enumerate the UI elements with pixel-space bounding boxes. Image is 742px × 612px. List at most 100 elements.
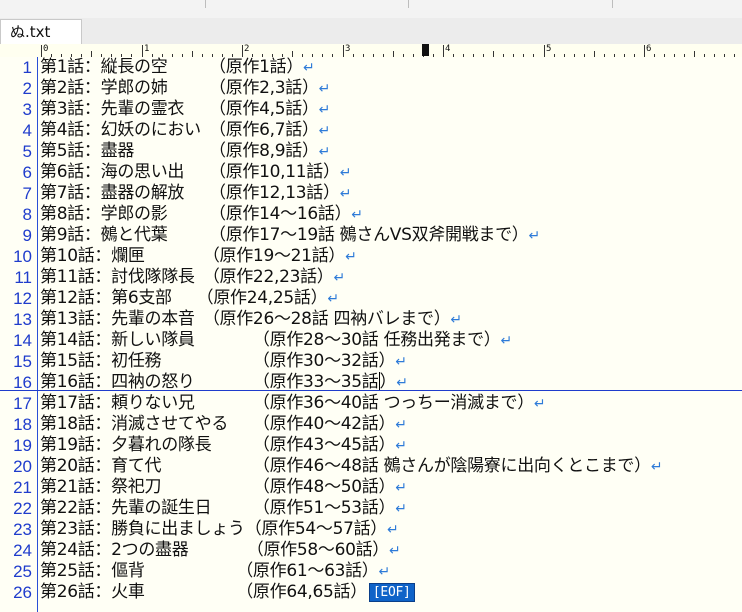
line-number: 15	[13, 352, 32, 371]
line-text: 第14話：新しい隊員 （原作28～30話 任務出発まで）↵	[40, 330, 512, 352]
column-ruler[interactable]: 0 1 2 3 4 5 6	[0, 44, 742, 58]
line-text: 第11話：討伐隊隊長 （原作22,23話）↵	[40, 267, 345, 289]
return-mark-icon: ↵	[345, 249, 357, 265]
line-content: 第3話：先輩の霊衣 （原作4,5話）	[40, 99, 319, 119]
editor-line[interactable]: 25 第25話：傴背 （原作61～63話）↵	[0, 561, 742, 582]
ruler-label: 1	[144, 44, 150, 54]
editor-line[interactable]: 1 第1話：縦長の空 （原作1話）↵	[0, 57, 742, 78]
editor-line[interactable]: 12 第12話：第6支部 （原作24,25話）↵	[0, 288, 742, 309]
ruler-label: 6	[646, 44, 652, 54]
line-number: 13	[13, 310, 32, 329]
line-number: 20	[13, 457, 32, 476]
editor-line[interactable]: 16 第16話：四衲の怒り （原作33～35話）↵	[0, 372, 742, 393]
line-content: 第18話：消滅させてやる （原作40～42話）	[40, 414, 396, 434]
editor-line[interactable]: 4 第4話：幻妖のにおい （原作6,7話）↵	[0, 120, 742, 141]
line-number: 17	[13, 394, 32, 413]
line-text: 第8話：学郎の影 （原作14～16話）↵	[40, 204, 363, 226]
editor-line[interactable]: 20 第20話：育て代 （原作46～48話 鵺さんが陰陽寮に出向くとこまで）↵	[0, 456, 742, 477]
return-mark-icon: ↵	[318, 123, 331, 139]
line-content: 第9話：鵺と代葉 （原作17～19話 鵺さんVS双斧開戦まで）	[40, 225, 529, 245]
editor-line[interactable]: 9 第9話：鵺と代葉 （原作17～19話 鵺さんVS双斧開戦まで）↵	[0, 225, 742, 246]
line-text: 第17話：頼りない兄 （原作36～40話 つっちー消滅まで）↵	[40, 393, 546, 415]
ruler-tick	[242, 45, 243, 57]
line-content: 第13話：先輩の本音 （原作26～28話 四衲バレまで）	[40, 309, 451, 329]
line-content: 第16話：四衲の怒り （原作33～35話	[40, 372, 379, 392]
tab-label: ぬ.txt	[10, 23, 51, 41]
divider	[612, 0, 613, 8]
line-content: 第7話：盡器の解放 （原作12,13話）	[40, 183, 340, 203]
editor-line[interactable]: 18 第18話：消滅させてやる （原作40～42話）↵	[0, 414, 742, 435]
return-mark-icon: ↵	[327, 291, 339, 307]
return-mark-icon: ↵	[650, 459, 663, 475]
return-mark-icon: ↵	[395, 438, 407, 454]
editor-line[interactable]: 6 第6話：海の思い出 （原作10,11話）↵	[0, 162, 742, 183]
editor-line[interactable]: 14 第14話：新しい隊員 （原作28～30話 任務出発まで）↵	[0, 330, 742, 351]
line-number: 21	[13, 478, 32, 497]
line-text: 第21話：祭祀刀 （原作48～50話）↵	[40, 477, 407, 499]
line-content: 第21話：祭祀刀 （原作48～50話）	[40, 477, 396, 497]
return-mark-icon: ↵	[528, 228, 541, 244]
return-mark-icon: ↵	[395, 501, 407, 517]
text-editor[interactable]: 1 第1話：縦長の空 （原作1話）↵ 2 第2話：学郎の姉 （原作2,3話）↵ 3 第3話…	[0, 57, 742, 612]
editor-line[interactable]: 10 第10話：爛匣 （原作19～21話）↵	[0, 246, 742, 267]
editor-line[interactable]: 22 第22話：先輩の誕生日 （原作51～53話）↵	[0, 498, 742, 519]
divider	[408, 0, 409, 8]
editor-line[interactable]: 5 第5話：盡器 （原作8,9話）↵	[0, 141, 742, 162]
line-content: 第23話：勝負に出ましょう（原作54～57話）	[40, 519, 387, 539]
editor-line[interactable]: 24 第24話：2つの盡器 （原作58～60話）↵	[0, 540, 742, 561]
ruler-label: 4	[445, 44, 451, 54]
editor-line[interactable]: 15 第15話：初任務 （原作30～32話）↵	[0, 351, 742, 372]
ruler-tick	[343, 45, 344, 57]
line-number: 22	[13, 499, 32, 518]
return-mark-icon: ↵	[339, 165, 352, 181]
editor-line[interactable]: 2 第2話：学郎の姉 （原作2,3話）↵	[0, 78, 742, 99]
line-text: 第25話：傴背 （原作61～63話）↵	[40, 561, 390, 583]
return-mark-icon: ↵	[303, 60, 315, 76]
line-content: 第17話：頼りない兄 （原作36～40話 つっちー消滅まで）	[40, 393, 534, 413]
return-mark-icon: ↵	[351, 207, 363, 223]
editor-line[interactable]: 23 第23話：勝負に出ましょう（原作54～57話）↵	[0, 519, 742, 540]
tab-file[interactable]: ぬ.txt	[0, 19, 82, 44]
editor-line[interactable]: 13 第13話：先輩の本音 （原作26～28話 四衲バレまで）↵	[0, 309, 742, 330]
line-text: 第4話：幻妖のにおい （原作6,7話）↵	[40, 120, 330, 142]
return-mark-icon: ↵	[387, 522, 399, 538]
line-content: 第11話：討伐隊隊長 （原作22,23話）	[40, 267, 334, 287]
editor-line[interactable]: 3 第3話：先輩の霊衣 （原作4,5話）↵	[0, 99, 742, 120]
return-mark-icon: ↵	[533, 396, 546, 412]
editor-line[interactable]: 7 第7話：盡器の解放 （原作12,13話）↵	[0, 183, 742, 204]
line-number: 7	[22, 184, 32, 203]
line-content: 第1話：縦長の空 （原作1話）	[40, 57, 304, 77]
return-mark-icon: ↵	[318, 81, 331, 97]
line-text: 第1話：縦長の空 （原作1話）↵	[40, 57, 315, 79]
tab-strip: ぬ.txt	[0, 18, 742, 45]
eof-marker: [EOF]	[368, 583, 415, 602]
line-text: 第18話：消滅させてやる （原作40～42話）↵	[40, 414, 407, 436]
line-number: 26	[13, 583, 32, 602]
line-number: 5	[22, 142, 32, 161]
line-number: 12	[13, 289, 32, 308]
editor-line[interactable]: 26 第26話：火車 （原作64,65話） [EOF]	[0, 582, 742, 603]
line-text: 第19話：夕暮れの隊長 （原作43～45話）↵	[40, 435, 407, 457]
editor-line[interactable]: 21 第21話：祭祀刀 （原作48～50話）↵	[0, 477, 742, 498]
line-number: 11	[14, 268, 32, 287]
line-number: 1	[22, 58, 32, 77]
editor-line[interactable]: 8 第8話：学郎の影 （原作14～16話）↵	[0, 204, 742, 225]
ruler-label: 0	[43, 44, 49, 54]
line-number: 9	[22, 226, 32, 245]
line-content: 第6話：海の思い出 （原作10,11話）	[40, 162, 340, 182]
line-content: 第25話：傴背 （原作61～63話）	[40, 561, 379, 581]
return-mark-icon: ↵	[450, 312, 462, 328]
return-mark-icon: ↵	[333, 270, 346, 286]
editor-line[interactable]: 17 第17話：頼りない兄 （原作36～40話 つっちー消滅まで）↵	[0, 393, 742, 414]
line-content: 第5話：盡器 （原作8,9話）	[40, 141, 319, 161]
line-number: 2	[22, 79, 32, 98]
line-content: 第2話：学郎の姉 （原作2,3話）	[40, 78, 319, 98]
editor-line[interactable]: 19 第19話：夕暮れの隊長 （原作43～45話）↵	[0, 435, 742, 456]
line-content: 第19話：夕暮れの隊長 （原作43～45話）	[40, 435, 396, 455]
editor-line[interactable]: 11 第11話：討伐隊隊長 （原作22,23話）↵	[0, 267, 742, 288]
line-number: 23	[13, 520, 32, 539]
ruler-tick	[443, 45, 444, 57]
line-content: 第12話：第6支部 （原作24,25話）	[40, 288, 328, 308]
line-content: 第4話：幻妖のにおい （原作6,7話）	[40, 120, 319, 140]
ruler-tick	[41, 45, 42, 57]
